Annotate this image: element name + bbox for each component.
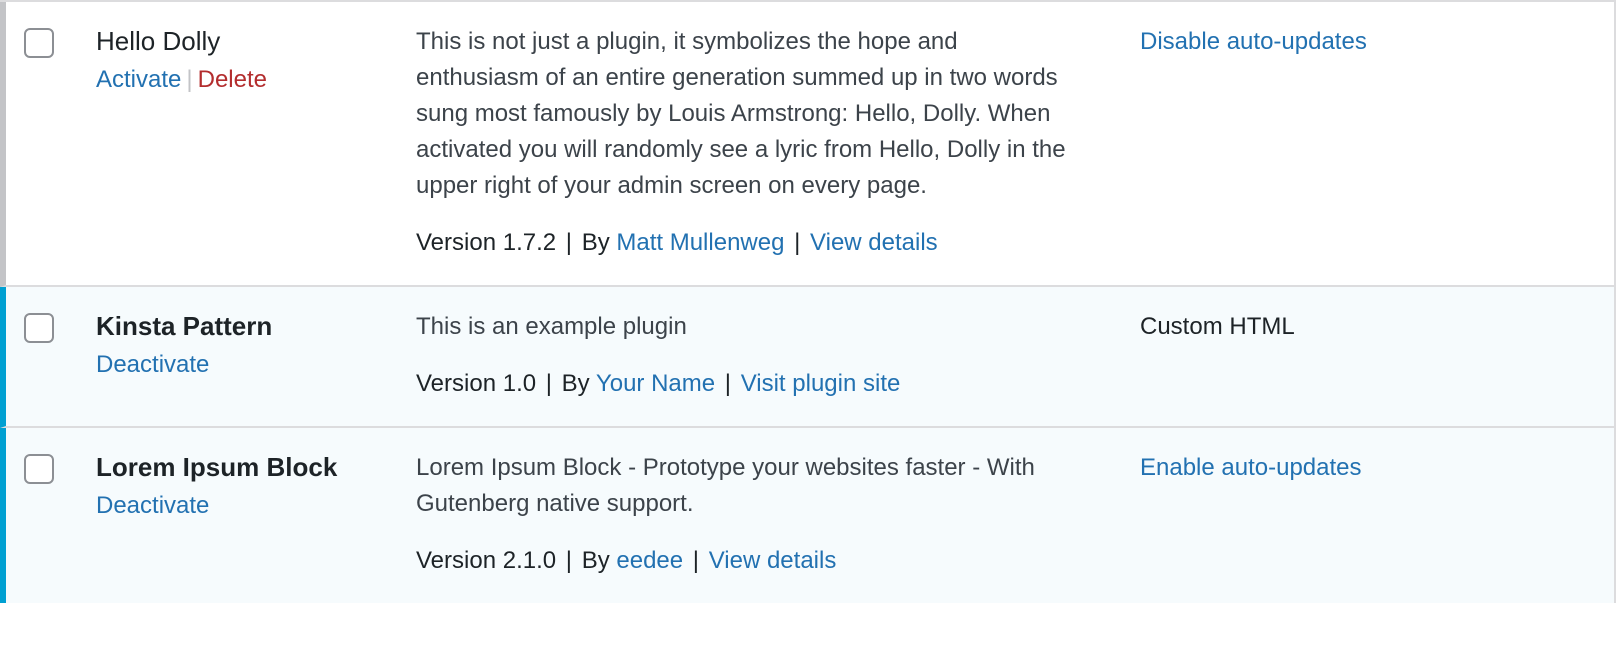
plugin-deactivate-link[interactable]: Deactivate: [96, 351, 209, 378]
plugin-name-cell: Kinsta Pattern Deactivate: [72, 287, 412, 426]
toggle-auto-updates-link[interactable]: Disable auto-updates: [1140, 28, 1367, 55]
plugin-meta: Version 1.7.2 | By Matt Mullenweg | View…: [416, 225, 1072, 261]
plugin-deactivate-link[interactable]: Deactivate: [96, 492, 209, 519]
plugin-version: Version 1.0: [416, 370, 537, 397]
plugin-name-cell: Lorem Ipsum Block Deactivate: [72, 428, 412, 603]
plugin-description-cell: Lorem Ipsum Block - Prototype your websi…: [412, 428, 1112, 603]
action-separator: |: [186, 66, 193, 94]
plugin-auto-updates-cell: Enable auto-updates: [1112, 428, 1542, 603]
plugin-auto-updates-cell: Disable auto-updates: [1112, 2, 1542, 285]
plugin-author-link[interactable]: Matt Mullenweg: [616, 229, 784, 256]
plugin-version: Version 1.7.2: [416, 229, 557, 256]
plugin-description: Lorem Ipsum Block - Prototype your websi…: [416, 454, 1035, 517]
plugin-row: Lorem Ipsum Block Deactivate Lorem Ipsum B…: [0, 428, 1614, 603]
plugin-row-actions: Activate | Delete: [96, 63, 398, 98]
plugin-row: Kinsta Pattern Deactivate This is an examp…: [0, 287, 1614, 428]
plugin-by-label: By: [581, 229, 610, 256]
plugin-meta: Version 2.1.0 | By eedee | View details: [416, 543, 1072, 579]
meta-separator: |: [565, 229, 573, 256]
plugin-select-cell: [6, 2, 72, 285]
plugins-list-table: Hello Dolly Activate | Delete This is not ju…: [0, 0, 1616, 603]
plugin-meta: Version 1.0 | By Your Name | Visit plugi…: [416, 366, 1072, 402]
plugin-details-link[interactable]: View details: [810, 229, 938, 256]
plugin-details-link[interactable]: Visit plugin site: [741, 370, 901, 397]
plugin-description: This is an example plugin: [416, 313, 687, 340]
meta-separator: |: [565, 547, 573, 574]
plugin-select-checkbox[interactable]: [24, 454, 54, 484]
plugin-description-cell: This is an example plugin Version 1.0 | B…: [412, 287, 1112, 426]
meta-separator: |: [724, 370, 732, 397]
plugin-title: Kinsta Pattern: [96, 311, 273, 341]
plugin-select-cell: [6, 428, 72, 603]
plugin-by-label: By: [561, 370, 590, 397]
plugin-title: Lorem Ipsum Block: [96, 452, 338, 482]
plugin-name-cell: Hello Dolly Activate | Delete: [72, 2, 412, 285]
plugin-select-cell: [6, 287, 72, 426]
meta-separator: |: [794, 229, 801, 256]
toggle-auto-updates-link[interactable]: Enable auto-updates: [1140, 454, 1362, 481]
meta-separator: |: [545, 370, 552, 397]
plugin-title: Hello Dolly: [96, 26, 221, 56]
plugin-version: Version 2.1.0: [416, 547, 557, 574]
plugin-details-link[interactable]: View details: [709, 547, 837, 574]
plugin-auto-updates-cell: Custom HTML: [1112, 287, 1542, 426]
plugin-row: Hello Dolly Activate | Delete This is not ju…: [0, 2, 1614, 287]
auto-updates-status-text: Custom HTML: [1140, 313, 1295, 340]
plugin-row-actions: Deactivate: [96, 348, 398, 383]
meta-separator: |: [692, 547, 700, 574]
plugin-author-link[interactable]: eedee: [616, 547, 683, 574]
plugin-activate-link[interactable]: Activate: [96, 66, 181, 93]
plugin-description: This is not just a plugin, it symbolizes…: [416, 28, 1066, 199]
plugin-delete-link[interactable]: Delete: [198, 66, 267, 93]
plugin-select-checkbox[interactable]: [24, 28, 54, 58]
plugin-description-cell: This is not just a plugin, it symbolizes…: [412, 2, 1112, 285]
plugin-row-actions: Deactivate: [96, 489, 398, 524]
plugin-by-label: By: [581, 547, 610, 574]
plugin-select-checkbox[interactable]: [24, 313, 54, 343]
plugin-author-link[interactable]: Your Name: [596, 370, 715, 397]
